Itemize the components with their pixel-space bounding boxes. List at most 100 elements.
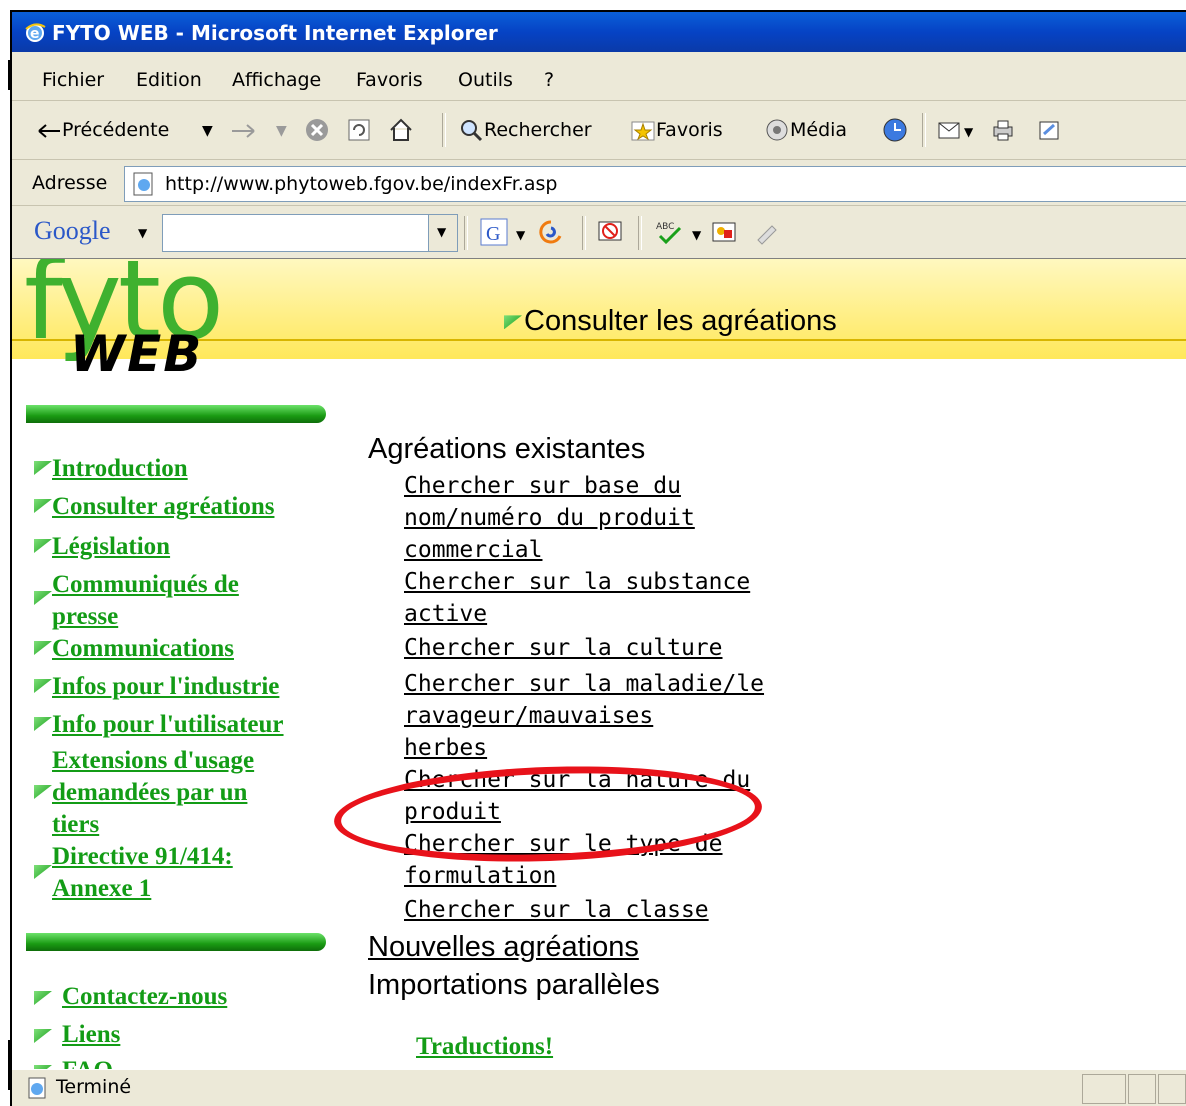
status-panel xyxy=(1158,1074,1186,1104)
status-bar: Terminé xyxy=(12,1069,1186,1106)
address-field[interactable]: http://www.phytoweb.fgov.be/indexFr.asp xyxy=(124,166,1186,202)
link-search-product-line3[interactable]: commercial xyxy=(404,537,542,563)
refresh-icon[interactable] xyxy=(346,117,372,143)
forward-arrow-icon[interactable] xyxy=(230,123,258,139)
link-search-maladie-line2[interactable]: ravageur/mauvaises xyxy=(404,703,653,729)
popup-blocker-icon[interactable] xyxy=(596,218,624,246)
nav-communiques[interactable]: Communiqués de xyxy=(52,571,239,599)
bullet-icon xyxy=(34,461,52,475)
link-search-classe[interactable]: Chercher sur la classe xyxy=(404,897,709,923)
autofill-icon[interactable] xyxy=(710,218,738,246)
title-bar: e FYTO WEB - Microsoft Internet Explorer xyxy=(12,12,1186,52)
menu-edition[interactable]: Edition xyxy=(136,69,202,91)
nav-communiques-line2[interactable]: presse xyxy=(52,603,118,631)
google-search-icon[interactable]: G xyxy=(480,218,508,246)
google-search-dropdown-icon[interactable]: ▼ xyxy=(516,228,525,242)
nav-contact[interactable]: Contactez-nous xyxy=(62,983,227,1011)
page-rank-icon[interactable] xyxy=(536,218,566,246)
page-status-icon xyxy=(28,1077,46,1099)
toolbar-separator xyxy=(582,216,586,250)
back-arrow-icon[interactable] xyxy=(36,121,62,141)
nav-infos-industrie[interactable]: Infos pour l'industrie xyxy=(52,673,279,701)
google-dropdown-icon[interactable]: ▼ xyxy=(138,226,147,240)
spellcheck-dropdown-icon[interactable]: ▼ xyxy=(692,228,701,242)
forward-dropdown-icon[interactable]: ▼ xyxy=(276,123,287,139)
bullet-icon xyxy=(34,991,52,1005)
link-search-substance[interactable]: Chercher sur la substance xyxy=(404,569,750,595)
svg-text:ABC: ABC xyxy=(656,222,674,232)
nav-extensions-line2[interactable]: demandées par un xyxy=(52,779,247,807)
toolbar-separator xyxy=(922,113,926,147)
menu-fichier[interactable]: Fichier xyxy=(42,69,104,91)
edit-icon[interactable] xyxy=(1036,117,1062,143)
favorites-star-icon[interactable] xyxy=(630,117,656,143)
google-search-dropdown[interactable]: ▼ xyxy=(428,214,458,252)
address-label: Adresse xyxy=(32,172,108,194)
nav-legislation[interactable]: Législation xyxy=(52,533,170,561)
menu-affichage[interactable]: Affichage xyxy=(232,69,321,91)
nav-communications[interactable]: Communications xyxy=(52,635,234,663)
nav-extensions-line3[interactable]: tiers xyxy=(52,811,99,839)
nav-liens[interactable]: Liens xyxy=(62,1021,120,1049)
mail-dropdown-icon[interactable]: ▼ xyxy=(964,125,973,139)
toolbar-separator xyxy=(638,216,642,250)
nav-introduction[interactable]: Introduction xyxy=(52,455,188,483)
nav-extensions[interactable]: Extensions d'usage xyxy=(52,747,254,775)
menu-favoris[interactable]: Favoris xyxy=(356,69,423,91)
status-panel xyxy=(1082,1074,1126,1104)
bullet-icon xyxy=(34,591,52,605)
svg-text:G: G xyxy=(486,223,500,245)
print-icon[interactable] xyxy=(990,117,1016,143)
bullet-icon xyxy=(34,679,52,693)
page-title: Consulter les agréations xyxy=(504,305,837,338)
link-search-product-line2[interactable]: nom/numéro du produit xyxy=(404,505,695,531)
link-search-maladie[interactable]: Chercher sur la maladie/le xyxy=(404,671,764,697)
bullet-icon xyxy=(34,1029,52,1043)
search-button[interactable]: Rechercher xyxy=(484,119,592,141)
link-translations[interactable]: Traductions! xyxy=(416,1033,553,1061)
toolbar-separator xyxy=(442,113,446,147)
green-divider xyxy=(26,405,326,423)
site-logo-web: WEB xyxy=(70,325,204,383)
browser-window: e FYTO WEB - Microsoft Internet Explorer… xyxy=(10,10,1186,1106)
spellcheck-icon[interactable]: ABC xyxy=(654,218,686,246)
favorites-button[interactable]: Favoris xyxy=(656,119,723,141)
highlight-icon[interactable] xyxy=(752,218,780,246)
home-icon[interactable] xyxy=(388,117,414,143)
menu-help[interactable]: ? xyxy=(544,69,554,91)
nav-directive-line2[interactable]: Annexe 1 xyxy=(52,875,151,903)
address-url: http://www.phytoweb.fgov.be/indexFr.asp xyxy=(165,173,558,195)
mail-icon[interactable] xyxy=(936,117,962,143)
nav-info-utilisateur[interactable]: Info pour l'utilisateur xyxy=(52,711,284,739)
status-panel xyxy=(1128,1074,1156,1104)
status-text: Terminé xyxy=(56,1076,132,1098)
nav-consulter-agreations[interactable]: Consulter agréations xyxy=(52,493,274,521)
link-search-culture[interactable]: Chercher sur la culture xyxy=(404,635,723,661)
google-logo[interactable]: Google xyxy=(34,216,111,246)
standard-toolbar: Précédente ▼ ▼ Rechercher Favoris Média … xyxy=(12,101,1186,160)
svg-text:e: e xyxy=(30,26,40,42)
link-search-product[interactable]: Chercher sur base du xyxy=(404,473,681,499)
green-divider xyxy=(26,933,326,951)
back-button[interactable]: Précédente xyxy=(62,119,169,141)
link-search-maladie-line3[interactable]: herbes xyxy=(404,735,487,761)
media-button[interactable]: Média xyxy=(790,119,847,141)
left-edge xyxy=(0,0,10,1104)
link-search-substance-line2[interactable]: active xyxy=(404,601,487,627)
history-icon[interactable] xyxy=(882,117,908,143)
search-icon[interactable] xyxy=(458,117,484,143)
link-search-formulation-line2[interactable]: formulation xyxy=(404,863,556,889)
nav-directive[interactable]: Directive 91/414: xyxy=(52,843,233,871)
bullet-icon xyxy=(34,641,52,655)
google-toolbar: Google ▼ ▼ G ▼ ABC ▼ xyxy=(12,206,1186,260)
back-dropdown-icon[interactable]: ▼ xyxy=(202,123,213,139)
nav-faq[interactable]: FAQ xyxy=(62,1057,113,1069)
stop-icon[interactable] xyxy=(304,117,330,143)
menu-outils[interactable]: Outils xyxy=(458,69,513,91)
bullet-icon xyxy=(34,717,52,731)
media-icon[interactable] xyxy=(764,117,790,143)
menu-bar: Fichier Edition Affichage Favoris Outils… xyxy=(12,52,1186,101)
link-new-agreations[interactable]: Nouvelles agréations xyxy=(368,931,639,964)
window-title: FYTO WEB - Microsoft Internet Explorer xyxy=(52,21,498,45)
google-search-input[interactable] xyxy=(162,214,432,252)
